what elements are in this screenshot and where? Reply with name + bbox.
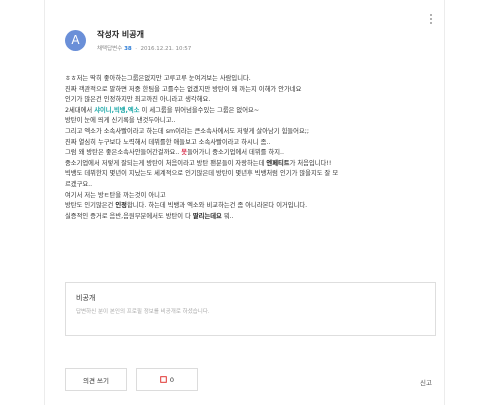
answer-line: 2세대에서 샤이니,빅뱅,엑소 이 세그룹을 뛰어넘을수있는 그룹은 없어요~ — [65, 106, 437, 117]
answer-panel: A 작성자 비공개 채택답변수 38 · 2016.12.21. 10:57 ㅎ… — [44, 0, 445, 405]
answer-line: ㅎㅎ저는 딱히 좋아하는그룹은없지만 고루고루 눈여겨보는 사람입니다. — [65, 74, 437, 85]
answer-text: 빅뱅도 데뷔한지 몇년이 지났는도 세계적으로 인기많은데 방탄이 몇년후 빅뱅… — [65, 170, 339, 178]
answer-text: 여기서 저는 방ㅌ탄을 까는것이 아니고 — [65, 191, 166, 199]
post-date: 2016.12.21. 10:57 — [140, 46, 192, 52]
answer-line: 인기가 많은건 인정하지만 최고까진 아니라고 생각해요. — [65, 95, 437, 106]
answer-text: 가 처음입니다!! — [289, 159, 332, 167]
answer-line: 그럼 왜 방탄은 좋은소속사안들어간걸까요.. 못들어가니 중소기업에서 데뷔를… — [65, 148, 437, 159]
write-comment-button[interactable]: 의견 쓰기 — [65, 368, 127, 391]
answer-line: 방탄이 눈에 띄게 신기록을 낸것두아니고.. — [65, 116, 437, 127]
highlighted-text: 인정 — [115, 202, 127, 210]
answer-text: 그리고 엑소가 소속사빨이라고 하는데 sm이라는 큰소속사에서도 저렇게 살아… — [65, 127, 310, 135]
answer-body: ㅎㅎ저는 딱히 좋아하는그룹은없지만 고루고루 눈여겨보는 사람입니다. 진짜 객… — [65, 74, 437, 222]
answer-text: 그럼 왜 방탄은 좋은소속사안들어간걸까요.. — [65, 149, 182, 157]
more-options-icon[interactable] — [428, 14, 434, 28]
answer-text: 진짜 열심히 누구보다 노력해서 데뷔를한 애들보고 소속사빨이라고 하시니 좀… — [65, 138, 271, 146]
highlighted-text: 샤이니,빅뱅,엑소 — [94, 106, 140, 114]
answer-text: 중소기업에서 저렇게 잘되는게 방탄이 처음이라고 방탄 팬분들이 자랑하는데 — [65, 159, 267, 167]
answer-line: 빅뱅도 데뷔한지 몇년이 지났는도 세계적으로 인기많은데 방탄이 몇년후 빅뱅… — [65, 169, 437, 180]
answer-text: 뭐.. — [221, 212, 234, 220]
answer-text: 인기가 많은건 인정하지만 최고까진 아니라고 생각해요. — [65, 96, 211, 104]
answer-text: 실증적인 증거로 음반,음원부분에서도 방탄이 다 — [65, 212, 193, 220]
answer-text: 2세대에서 — [65, 106, 95, 114]
answer-text: ㅎㅎ저는 딱히 좋아하는그룹은없지만 고루고루 눈여겨보는 사람입니다. — [65, 75, 251, 82]
like-count: 0 — [169, 375, 175, 384]
answer-line: 진짜 객관적으로 말하면 저중 한팀을 고를수는 없겠지만 방탄이 왜 까는지 … — [65, 85, 437, 96]
answer-text: 이 세그룹을 뛰어넘을수있는 그룹은 없어요~ — [139, 106, 260, 114]
answer-text: 합니다. 하는데 빅뱅과 엑소와 비교하는건 좀 아니라본다 이거입니다. — [126, 202, 308, 210]
answer-text: 진짜 객관적으로 말하면 저중 한팀을 고를수는 없겠지만 방탄이 왜 까는지 … — [65, 85, 302, 93]
comment-input-box[interactable]: 비공개 답변하신 분이 본인의 프로필 정보를 비공개로 하셨습니다. — [65, 282, 436, 336]
answer-line: 여기서 저는 방ㅌ탄을 까는것이 아니고 — [65, 191, 437, 202]
answer-line: 중소기업에서 저렇게 잘되는게 방탄이 처음이라고 방탄 팬분들이 자랑하는데 … — [65, 159, 437, 170]
like-button[interactable]: 0 — [136, 368, 198, 391]
highlighted-text: 엔페티트 — [266, 159, 290, 167]
answer-text: 방탄도 인기많은건 — [65, 202, 116, 210]
answer-line: 방탄도 인기많은건 인정합니다. 하는데 빅뱅과 엑소와 비교하는건 좀 아니라… — [65, 201, 437, 212]
comment-placeholder: 답변하신 분이 본인의 프로필 정보를 비공개로 하셨습니다. — [76, 309, 210, 315]
avatar: A — [65, 30, 86, 51]
heart-icon — [160, 376, 167, 383]
report-link[interactable]: 신고 — [420, 377, 432, 387]
answer-count: 38 — [124, 46, 132, 52]
author-name: 작성자 비공개 — [97, 30, 144, 39]
answer-line: 진짜 열심히 누구보다 노력해서 데뷔를한 애들보고 소속사빨이라고 하시니 좀… — [65, 138, 437, 149]
answer-line: 그리고 엑소가 소속사빨이라고 하는데 sm이라는 큰소속사에서도 저렇게 살아… — [65, 127, 437, 138]
answer-line: 실증적인 증거로 음반,음원부분에서도 방탄이 다 딸리는데요 뭐.. — [65, 212, 437, 223]
answer-text: 방탄이 눈에 띄게 신기록을 낸것두아니고.. — [65, 117, 176, 125]
answer-line: 르겠구요.. — [65, 180, 437, 191]
answer-text: 르겠구요.. — [65, 180, 93, 188]
write-comment-label: 의견 쓰기 — [83, 376, 109, 385]
answer-meta: 채택답변수 38 · 2016.12.21. 10:57 — [97, 46, 192, 52]
answer-text: 들어가니 중소기업에서 데뷔를 하지.. — [187, 149, 284, 157]
highlighted-text: 딸리는데요 — [192, 212, 222, 220]
comment-author-name: 비공개 — [76, 294, 96, 302]
answer-count-label: 채택답변수 — [97, 46, 123, 52]
